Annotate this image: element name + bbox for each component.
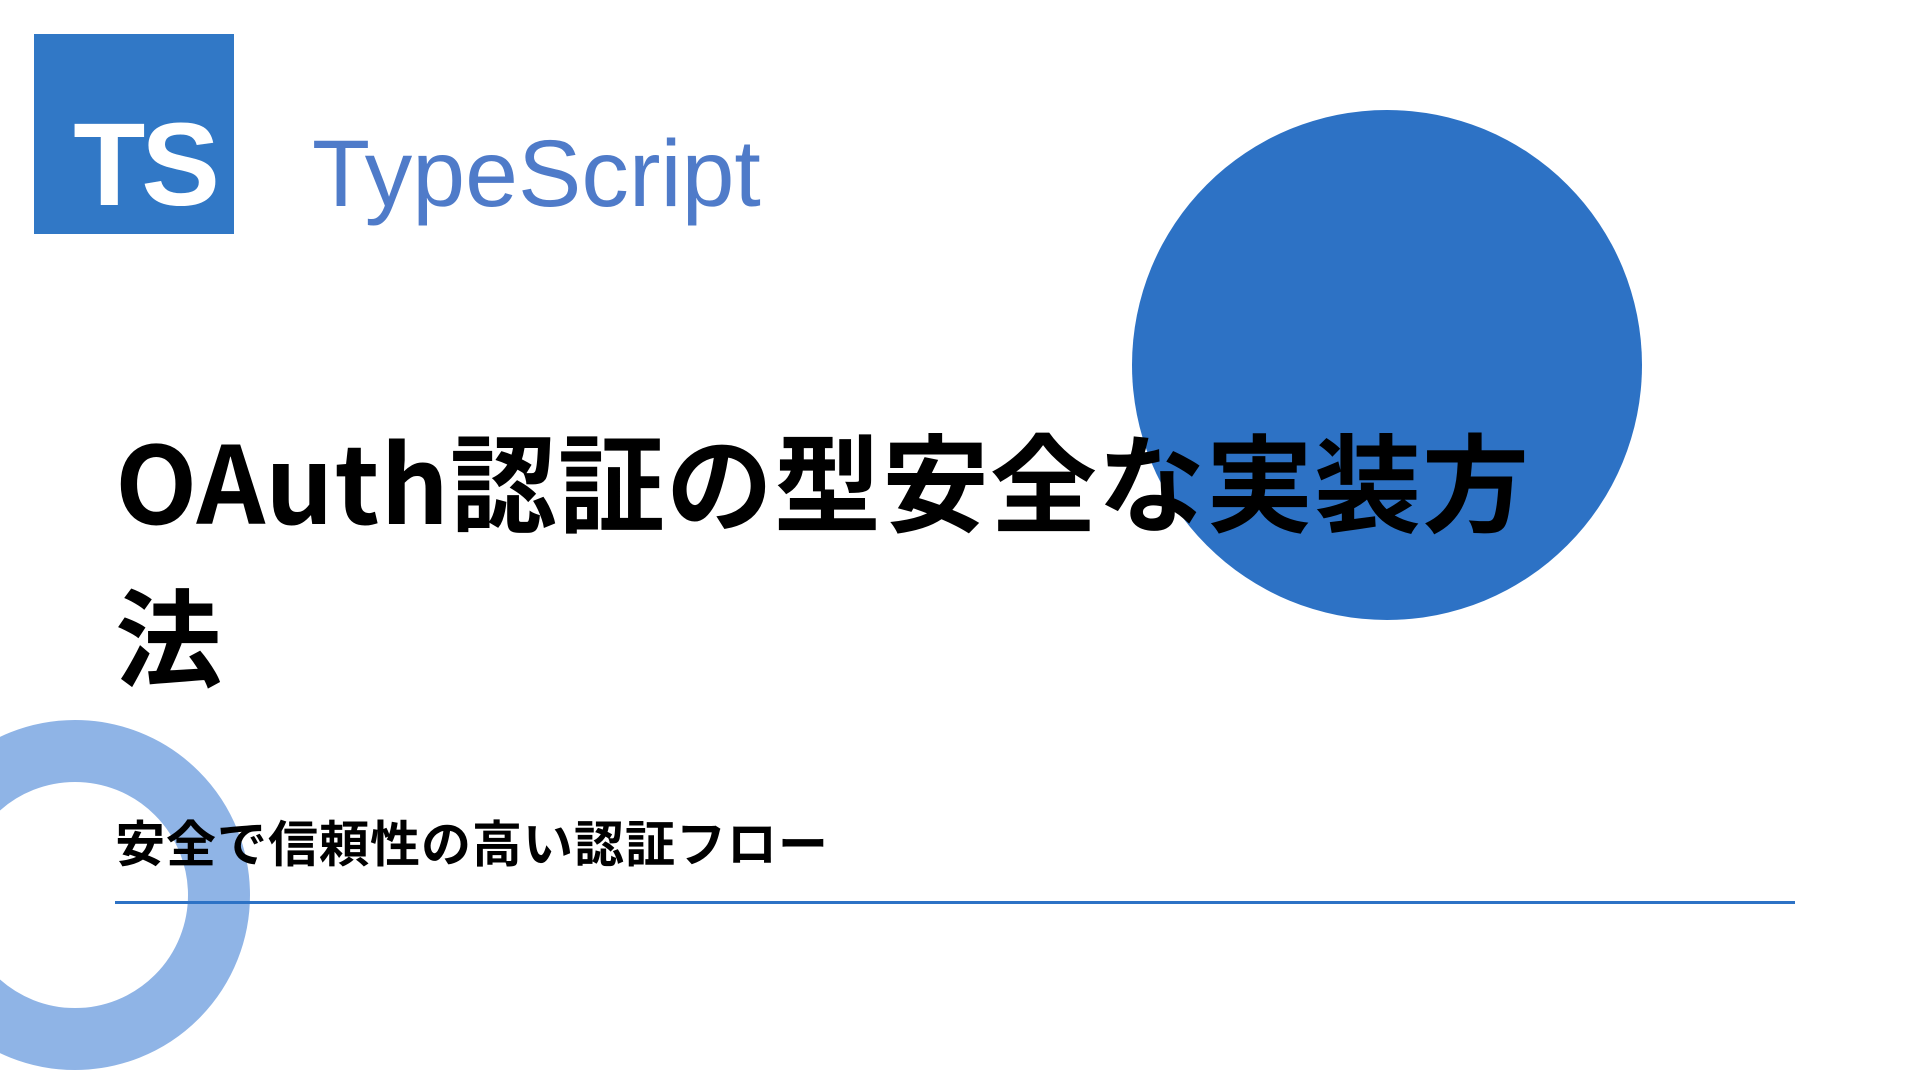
brand-name: TypeScript [312, 120, 761, 229]
slide-title: OAuth認証の型安全な実装方法 [115, 400, 1535, 710]
logo-text: TS [73, 106, 216, 224]
slide-subtitle: 安全で信頼性の高い認証フロー [115, 805, 1795, 877]
subtitle-container: 安全で信頼性の高い認証フロー [115, 805, 1795, 904]
slide: TS TypeScript OAuth認証の型安全な実装方法 安全で信頼性の高い… [0, 0, 1920, 1080]
typescript-logo-icon: TS [34, 34, 234, 234]
